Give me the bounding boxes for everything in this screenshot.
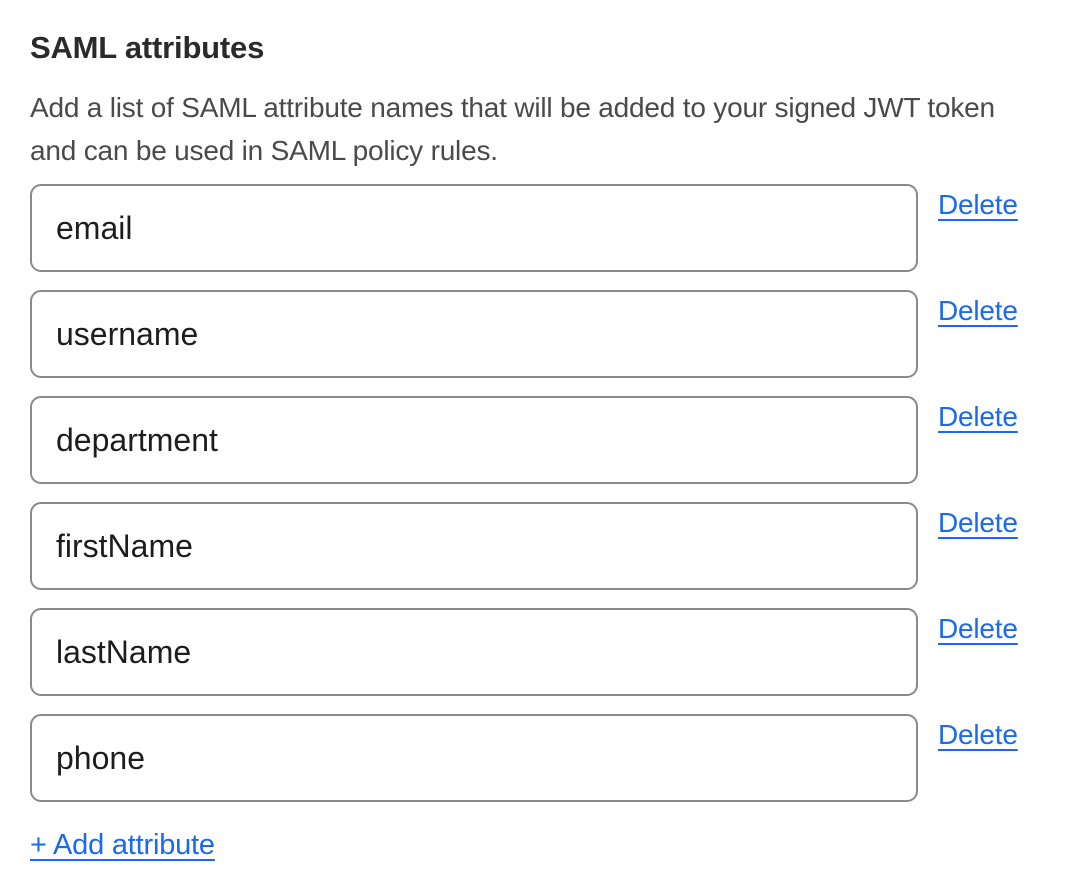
attribute-row: Delete	[30, 290, 1036, 378]
attribute-row: Delete	[30, 714, 1036, 802]
attribute-input-firstname[interactable]	[30, 502, 918, 590]
attribute-row: Delete	[30, 502, 1036, 590]
attribute-row: Delete	[30, 184, 1036, 272]
attribute-rows: Delete Delete Delete Delete Delete Delet…	[30, 184, 1036, 802]
attribute-input-lastname[interactable]	[30, 608, 918, 696]
section-description-line-2: and can be used in SAML policy rules.	[30, 129, 1036, 172]
section-description: Add a list of SAML attribute names that …	[30, 86, 1036, 172]
delete-link[interactable]: Delete	[938, 508, 1018, 538]
attribute-input-username[interactable]	[30, 290, 918, 378]
add-attribute-row: + Add attribute	[30, 830, 1036, 860]
attribute-row: Delete	[30, 396, 1036, 484]
attribute-input-phone[interactable]	[30, 714, 918, 802]
add-attribute-link[interactable]: + Add attribute	[30, 829, 215, 861]
section-title: SAML attributes	[30, 28, 1036, 68]
delete-link[interactable]: Delete	[938, 720, 1018, 750]
delete-link[interactable]: Delete	[938, 614, 1018, 644]
section-description-line-1: Add a list of SAML attribute names that …	[30, 86, 1036, 129]
saml-attributes-section: SAML attributes Add a list of SAML attri…	[0, 0, 1066, 886]
delete-link[interactable]: Delete	[938, 190, 1018, 220]
attribute-input-department[interactable]	[30, 396, 918, 484]
delete-link[interactable]: Delete	[938, 296, 1018, 326]
attribute-row: Delete	[30, 608, 1036, 696]
attribute-input-email[interactable]	[30, 184, 918, 272]
delete-link[interactable]: Delete	[938, 402, 1018, 432]
